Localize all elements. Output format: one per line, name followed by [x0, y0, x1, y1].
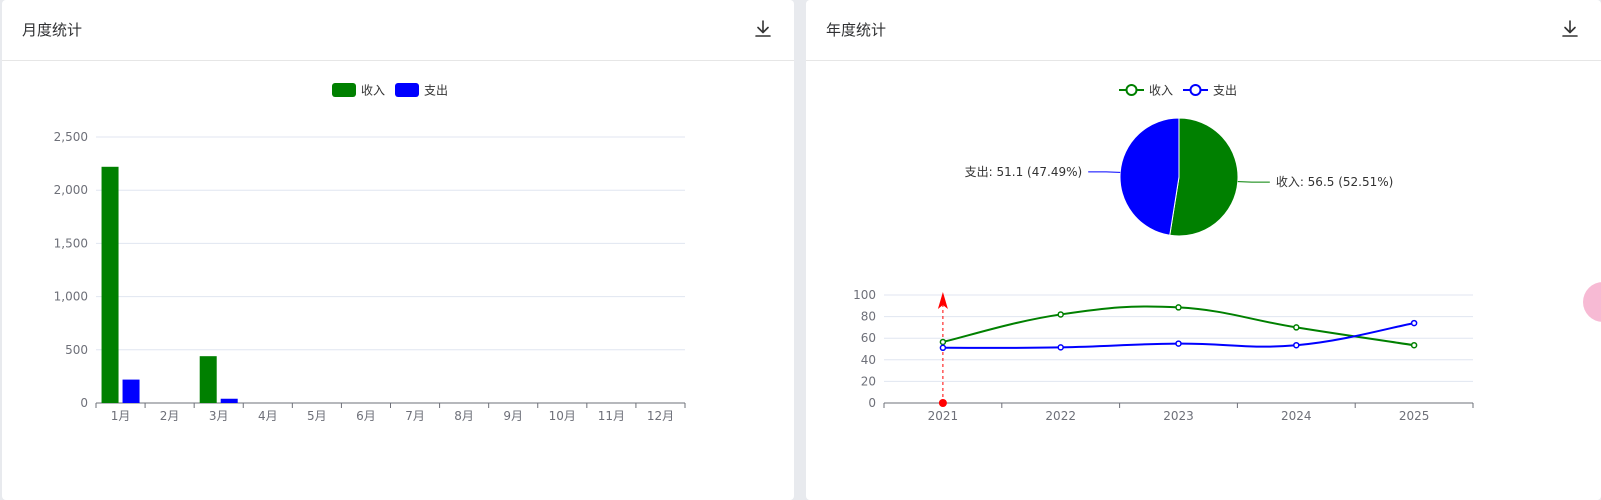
line-legend: 收入 支出 [1119, 84, 1237, 98]
marker-dot [938, 399, 947, 407]
pie-slice-income [1169, 117, 1239, 237]
pie-label: 支出: 51.1 (47.49%) [965, 165, 1083, 179]
yearly-card: 年度统计 收入 支出收入: 56.5 (52.51%) 支出: 51.1 (47.4… [806, 0, 1601, 500]
x-tick-label: 5月 [307, 409, 327, 423]
x-tick-label: 2023 [1163, 409, 1194, 423]
yearly-card-header: 年度统计 [806, 0, 1601, 61]
line-point [1293, 324, 1300, 331]
y-tick-label: 40 [861, 353, 876, 367]
y-tick-label: 0 [80, 396, 88, 410]
monthly-title: 月度统计 [22, 21, 83, 39]
monthly-card-header: 月度统计 [2, 0, 794, 61]
x-tick-label: 1月 [111, 409, 131, 423]
x-tick-label: 2024 [1281, 409, 1312, 423]
y-tick-label: 0 [868, 396, 876, 410]
line-series-income [942, 305, 1415, 347]
y-tick-label: 60 [861, 331, 876, 345]
y-tick-label: 1,500 [54, 236, 88, 250]
line-point [1175, 304, 1182, 311]
line-point [1410, 319, 1418, 327]
x-tick-label: 9月 [503, 409, 523, 423]
legend-marker [1189, 84, 1202, 96]
x-tick-label: 2021 [928, 409, 959, 423]
y-tick-label: 20 [861, 374, 876, 388]
y-tick-label: 2,000 [54, 183, 88, 197]
legend-label: 收入 [1149, 84, 1173, 98]
yearly-charts: 收入 支出收入: 56.5 (52.51%) 支出: 51.1 (47.49%) 0 2… [853, 84, 1474, 423]
line-point [939, 338, 947, 346]
monthly-card: 月度统计 收入 支出 0 500 1,000 1,500 2,000 2,500 1月 2月 3月 4… [2, 0, 794, 500]
pie-label: 收入: 56.5 (52.51%) [1276, 175, 1394, 189]
monthly-bar-chart: 收入 支出 0 500 1,000 1,500 2,000 2,500 1月 2月 3月 4月 5月 6月… [54, 83, 686, 423]
legend-swatch [332, 83, 356, 97]
x-tick-label: 7月 [405, 409, 425, 423]
download-icon[interactable] [752, 18, 774, 40]
y-tick-label: 1,000 [54, 290, 88, 304]
x-tick-label: 2月 [160, 409, 180, 423]
x-tick-label: 2025 [1399, 409, 1430, 423]
y-tick-label: 100 [853, 288, 876, 302]
y-tick-label: 80 [861, 310, 876, 324]
line-point [1410, 341, 1418, 349]
line-point [1057, 344, 1064, 351]
y-tick-label: 500 [65, 343, 88, 357]
legend-marker [1125, 84, 1138, 96]
bar-income [101, 166, 119, 403]
legend-swatch [395, 83, 419, 97]
line-point [1293, 341, 1300, 349]
x-tick-label: 11月 [598, 409, 625, 423]
x-tick-label: 2022 [1045, 409, 1076, 423]
line-point [939, 344, 947, 352]
legend-label: 收入 [361, 84, 385, 98]
bar-income [199, 356, 217, 403]
x-tick-label: 10月 [549, 409, 576, 423]
legend-label: 支出 [424, 84, 448, 98]
line-point [1175, 340, 1182, 347]
y-tick-label: 2,500 [54, 130, 88, 144]
pie-slice-expense [1119, 117, 1180, 236]
x-tick-label: 8月 [454, 409, 474, 423]
legend-label: 支出 [1213, 84, 1237, 98]
x-tick-label: 6月 [356, 409, 376, 423]
x-tick-label: 4月 [258, 409, 278, 423]
bar-legend: 收入 支出 [332, 83, 448, 98]
line-point [1057, 311, 1064, 318]
x-tick-label: 3月 [209, 409, 229, 423]
yearly-title: 年度统计 [826, 21, 887, 39]
bar-expense [220, 398, 238, 403]
x-tick-label: 12月 [647, 409, 674, 423]
bar-expense [122, 379, 140, 403]
download-icon[interactable] [1559, 18, 1581, 40]
